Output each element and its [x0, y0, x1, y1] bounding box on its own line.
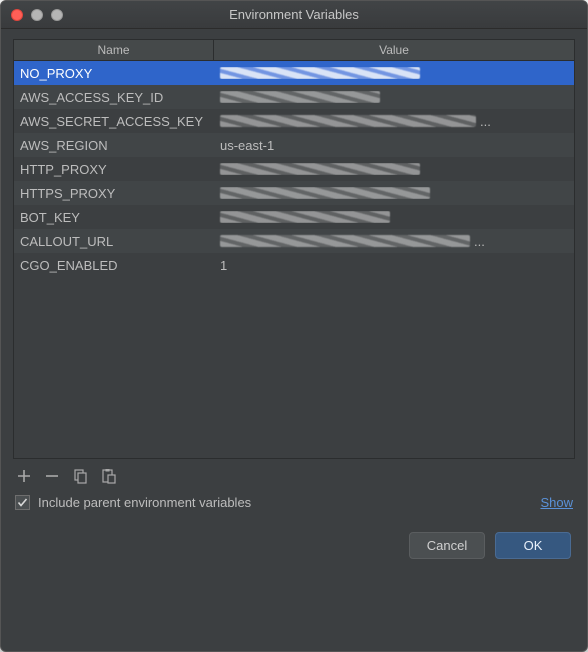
env-vars-table: Name Value NO_PROXY AWS_ACCESS_KEY_ID AWS_…: [13, 39, 575, 459]
table-row[interactable]: AWS_ACCESS_KEY_ID: [14, 85, 574, 109]
window-controls: [11, 9, 63, 21]
table-empty-area[interactable]: [14, 277, 574, 458]
table-row[interactable]: NO_PROXY: [14, 61, 574, 85]
ellipsis-icon: ...: [474, 234, 485, 249]
window-title: Environment Variables: [1, 7, 587, 22]
titlebar[interactable]: Environment Variables: [1, 1, 587, 29]
include-parent-checkbox[interactable]: [15, 495, 30, 510]
options-row: Include parent environment variables Sho…: [13, 491, 575, 522]
add-button[interactable]: [15, 467, 33, 485]
table-header: Name Value: [14, 40, 574, 61]
cell-name[interactable]: AWS_REGION: [14, 138, 214, 153]
cell-value[interactable]: us-east-1: [214, 138, 574, 153]
redacted-value: [220, 67, 420, 79]
table-body: NO_PROXY AWS_ACCESS_KEY_ID AWS_SECRET_ACCE…: [14, 61, 574, 458]
cell-value[interactable]: [214, 91, 574, 103]
cell-name[interactable]: NO_PROXY: [14, 66, 214, 81]
redacted-value: [220, 235, 470, 247]
table-row[interactable]: HTTP_PROXY: [14, 157, 574, 181]
table-row[interactable]: AWS_SECRET_ACCESS_KEY...: [14, 109, 574, 133]
copy-button[interactable]: [71, 467, 89, 485]
ellipsis-icon: ...: [480, 114, 491, 129]
table-row[interactable]: CALLOUT_URL...: [14, 229, 574, 253]
cell-value[interactable]: [214, 187, 574, 199]
cell-name[interactable]: CGO_ENABLED: [14, 258, 214, 273]
cell-value[interactable]: [214, 163, 574, 175]
cell-name[interactable]: AWS_ACCESS_KEY_ID: [14, 90, 214, 105]
redacted-value: [220, 91, 380, 103]
redacted-value: [220, 115, 476, 127]
cell-value[interactable]: [214, 67, 574, 79]
table-toolbar: [13, 459, 575, 491]
redacted-value: [220, 211, 390, 223]
table-row[interactable]: BOT_KEY: [14, 205, 574, 229]
paste-button[interactable]: [99, 467, 117, 485]
close-icon[interactable]: [11, 9, 23, 21]
table-row[interactable]: CGO_ENABLED1: [14, 253, 574, 277]
cell-name[interactable]: HTTP_PROXY: [14, 162, 214, 177]
cell-name[interactable]: HTTPS_PROXY: [14, 186, 214, 201]
cell-value[interactable]: 1: [214, 258, 574, 273]
minimize-icon[interactable]: [31, 9, 43, 21]
show-link[interactable]: Show: [540, 495, 573, 510]
table-row[interactable]: AWS_REGIONus-east-1: [14, 133, 574, 157]
cancel-button[interactable]: Cancel: [409, 532, 485, 559]
remove-button[interactable]: [43, 467, 61, 485]
cell-value[interactable]: [214, 211, 574, 223]
dialog-content: Name Value NO_PROXY AWS_ACCESS_KEY_ID AWS_…: [1, 29, 587, 651]
cell-name[interactable]: CALLOUT_URL: [14, 234, 214, 249]
cell-name[interactable]: BOT_KEY: [14, 210, 214, 225]
redacted-value: [220, 187, 430, 199]
column-header-value[interactable]: Value: [214, 40, 574, 61]
zoom-icon[interactable]: [51, 9, 63, 21]
dialog-footer: Cancel OK: [13, 522, 575, 565]
ok-button[interactable]: OK: [495, 532, 571, 559]
redacted-value: [220, 163, 420, 175]
include-parent-label: Include parent environment variables: [38, 495, 251, 510]
cell-value[interactable]: ...: [214, 234, 574, 249]
cell-name[interactable]: AWS_SECRET_ACCESS_KEY: [14, 114, 214, 129]
environment-variables-dialog: Environment Variables Name Value NO_PROX…: [0, 0, 588, 652]
column-header-name[interactable]: Name: [14, 40, 214, 61]
table-row[interactable]: HTTPS_PROXY: [14, 181, 574, 205]
cell-value[interactable]: ...: [214, 114, 574, 129]
